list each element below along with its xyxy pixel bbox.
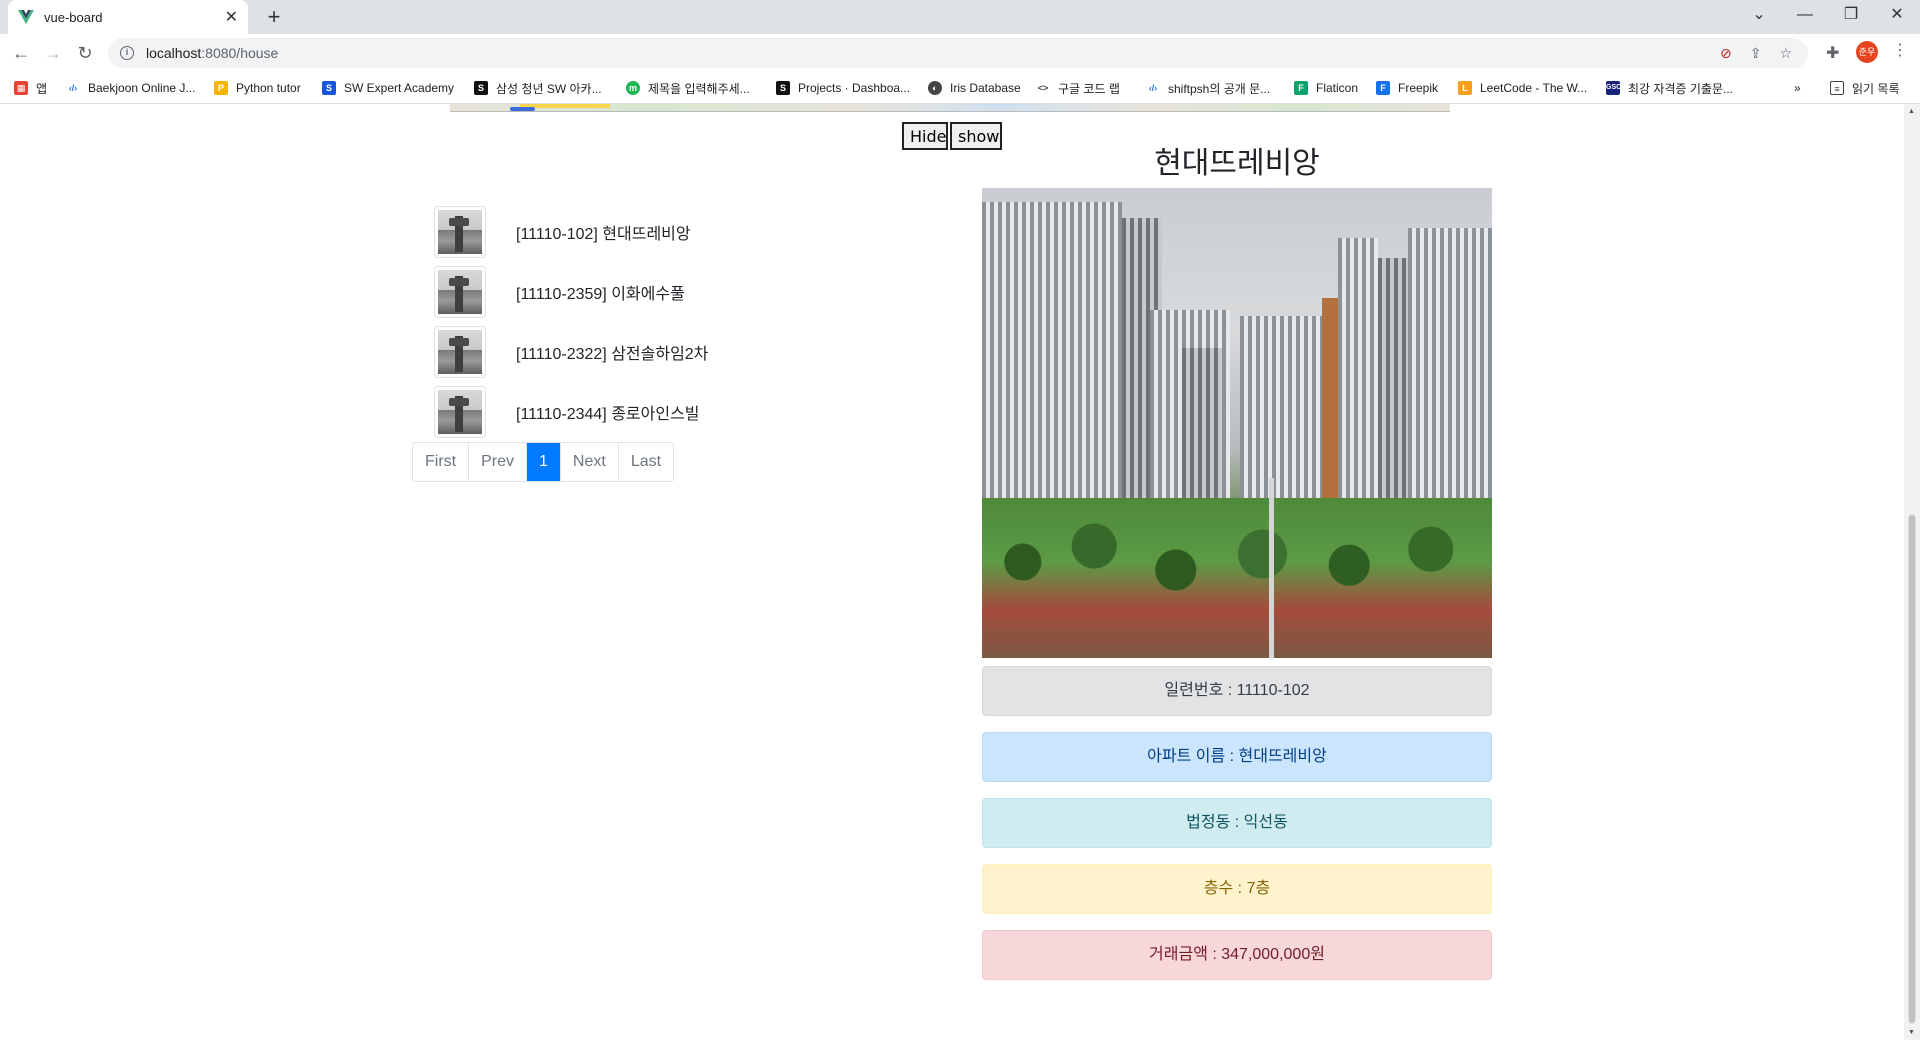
bookmark-item[interactable]: F Freepik xyxy=(1376,78,1438,98)
code-icon: ‹/› xyxy=(66,81,80,95)
freepik-icon: F xyxy=(1376,81,1390,95)
house-list: [11110-102] 현대뜨레비앙 [11110-2359] 이화에수풀 [1… xyxy=(434,202,854,442)
bookmark-item[interactable]: m 제목을 입력해주세... xyxy=(626,78,750,98)
swea-icon: S xyxy=(322,81,336,95)
bookmark-item[interactable]: S Projects · Dashboa... xyxy=(776,78,910,98)
ssafy-icon: S xyxy=(474,81,488,95)
bookmarks-bar: ▦ 앱 ‹/› Baekjoon Online J... P Python tutor… xyxy=(0,72,1920,104)
codelab-icon: <> xyxy=(1036,81,1050,95)
browser-tab[interactable]: vue-board ✕ xyxy=(8,0,248,34)
house-name[interactable]: [11110-2344] 종로아인스빌 xyxy=(516,400,700,424)
profile-avatar[interactable]: 준우 xyxy=(1856,41,1878,63)
minimize-icon[interactable]: — xyxy=(1782,0,1828,30)
bookmark-item[interactable]: F Flaticon xyxy=(1294,78,1358,98)
share-icon[interactable]: ⇪ xyxy=(1750,45,1762,62)
flaticon-icon: F xyxy=(1294,81,1308,95)
page-scrollbar[interactable]: ▲ ▼ xyxy=(1904,104,1920,1040)
house-thumbnail xyxy=(434,386,486,438)
house-detail: 현대뜨레비앙 일련번호 : 11110-102 아파트 이름 : 현대뜨레비앙 … xyxy=(982,146,1492,996)
bookmark-item[interactable]: S SW Expert Academy xyxy=(322,78,454,98)
restore-icon[interactable]: ❐ xyxy=(1828,0,1874,30)
page-next-button[interactable]: Next xyxy=(560,443,619,481)
vue-logo-icon xyxy=(18,10,34,24)
detail-floor: 층수 : 7층 xyxy=(982,864,1492,914)
tab-title: vue-board xyxy=(44,9,103,25)
detail-serial: 일련번호 : 11110-102 xyxy=(982,666,1492,716)
menu-kebab-icon[interactable]: ⋮ xyxy=(1892,40,1908,60)
reading-list-icon: ≡ xyxy=(1830,81,1844,95)
url-host: localhost xyxy=(146,45,202,61)
page-number-button[interactable]: 1 xyxy=(527,443,561,481)
back-icon[interactable]: ← xyxy=(6,38,36,68)
detail-title: 현대뜨레비앙 xyxy=(1154,146,1320,181)
detail-dong: 법정동 : 익선동 xyxy=(982,798,1492,848)
gitlab-icon: S xyxy=(776,81,790,95)
page-prev-button[interactable]: Prev xyxy=(469,443,528,481)
house-name[interactable]: [11110-2359] 이화에수풀 xyxy=(516,280,685,304)
reload-icon[interactable]: ↻ xyxy=(70,38,100,68)
apartment-photo xyxy=(982,188,1492,658)
globe-icon: ◐ xyxy=(928,81,942,95)
list-item[interactable]: [11110-2322] 삼전솔하임2차 xyxy=(434,322,854,382)
page-viewport: Hide show [11110-102] 현대뜨레비앙 [11110-2359… xyxy=(0,104,1904,1040)
url-path: :8080/house xyxy=(201,45,279,61)
detail-price: 거래금액 : 347,000,000원 xyxy=(982,930,1492,980)
close-window-icon[interactable]: ✕ xyxy=(1874,0,1920,30)
bookmark-item[interactable]: ▦ 앱 xyxy=(14,78,47,98)
detail-apt-name: 아파트 이름 : 현대뜨레비앙 xyxy=(982,732,1492,782)
address-bar[interactable]: i localhost:8080/house ⊘ ⇪ ☆ xyxy=(108,38,1808,68)
scroll-down-icon[interactable]: ▼ xyxy=(1908,1029,1915,1036)
tab-close-icon[interactable]: ✕ xyxy=(225,7,238,27)
code-icon: ‹/› xyxy=(1146,81,1160,95)
new-tab-icon[interactable]: + xyxy=(260,4,288,32)
page-last-button[interactable]: Last xyxy=(618,443,674,481)
bookmark-item[interactable]: L LeetCode - The W... xyxy=(1458,78,1587,98)
bookmark-item[interactable]: ‹/› Baekjoon Online J... xyxy=(66,78,195,98)
gsc-icon: GSC xyxy=(1606,81,1621,95)
bookmark-item[interactable]: S 삼성 청년 SW 아카... xyxy=(474,78,602,98)
hide-map-button[interactable]: Hide xyxy=(902,122,948,150)
apps-grid-icon: ▦ xyxy=(14,81,28,95)
leetcode-icon: L xyxy=(1458,81,1472,95)
bookmark-item[interactable]: <> 구글 코드 랩 xyxy=(1036,78,1120,98)
bookmark-item[interactable]: ◐ Iris Database xyxy=(928,78,1021,98)
reading-list[interactable]: ≡ 읽기 목록 xyxy=(1830,78,1900,98)
browser-toolbar: ← → ↻ i localhost:8080/house ⊘ ⇪ ☆ ✚ xyxy=(0,34,1920,72)
python-icon: P xyxy=(214,81,228,95)
house-name[interactable]: [11110-102] 현대뜨레비앙 xyxy=(516,220,691,244)
list-item[interactable]: [11110-102] 현대뜨레비앙 xyxy=(434,202,854,262)
bookmark-star-icon[interactable]: ☆ xyxy=(1779,45,1792,62)
forward-icon[interactable]: → xyxy=(38,38,68,68)
bookmark-item[interactable]: ‹/› shiftpsh의 공개 문... xyxy=(1146,78,1270,98)
blocked-icon[interactable]: ⊘ xyxy=(1720,45,1732,62)
m-icon: m xyxy=(626,81,640,95)
pagination: First Prev 1 Next Last xyxy=(412,442,675,482)
house-name[interactable]: [11110-2322] 삼전솔하임2차 xyxy=(516,340,708,364)
tab-strip: vue-board ✕ + ⌄ — ❐ ✕ xyxy=(0,0,1920,34)
list-item[interactable]: [11110-2344] 종로아인스빌 xyxy=(434,382,854,442)
extensions-icon[interactable]: ✚ xyxy=(1826,43,1839,63)
site-info-icon[interactable]: i xyxy=(120,46,134,60)
scroll-up-icon[interactable]: ▲ xyxy=(1908,108,1915,115)
bookmark-item[interactable]: GSC 최강 자격증 기출문... xyxy=(1606,78,1733,98)
page-first-button[interactable]: First xyxy=(413,443,470,481)
house-thumbnail xyxy=(434,266,486,318)
list-item[interactable]: [11110-2359] 이화에수풀 xyxy=(434,262,854,322)
map-area[interactable] xyxy=(450,104,1450,112)
more-bookmarks-icon[interactable]: » xyxy=(1794,78,1801,98)
house-thumbnail xyxy=(434,206,486,258)
scroll-thumb[interactable] xyxy=(1908,514,1916,1024)
map-road xyxy=(510,107,535,111)
tab-search-icon[interactable]: ⌄ xyxy=(1736,0,1782,30)
house-thumbnail xyxy=(434,326,486,378)
bookmark-item[interactable]: P Python tutor xyxy=(214,78,301,98)
